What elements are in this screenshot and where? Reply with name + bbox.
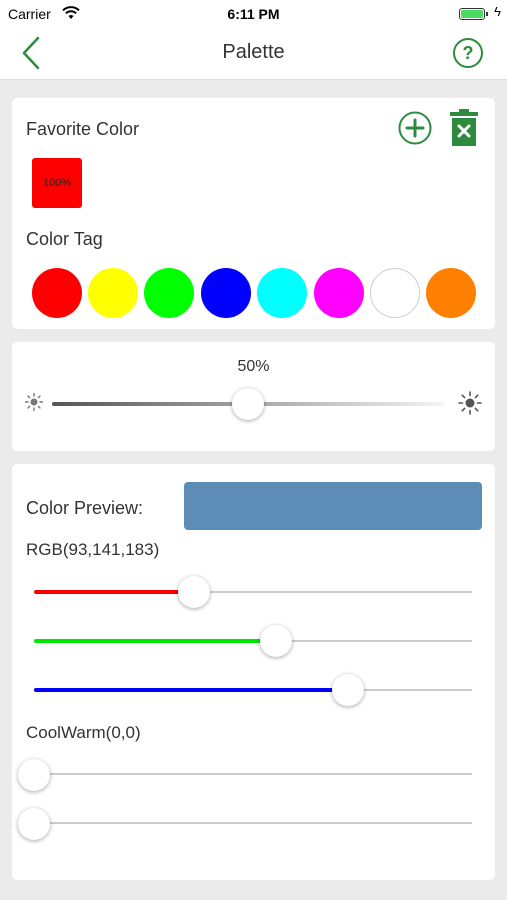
color-tag-blue[interactable]: [201, 268, 251, 318]
color-tag-orange[interactable]: [426, 268, 476, 318]
favorite-color-label: Favorite Color: [26, 119, 140, 139]
green-slider[interactable]: [34, 639, 472, 643]
blue-slider[interactable]: [34, 688, 472, 692]
cool-slider[interactable]: [34, 773, 472, 775]
color-tag-green[interactable]: [144, 268, 194, 318]
rgb-label: RGB(93,141,183): [26, 540, 160, 559]
favorite-color-card: Favorite Color 100% Color Tag: [12, 98, 495, 329]
warm-slider-thumb[interactable]: [18, 808, 50, 840]
status-bar: Carrier 6:11 PM ϟ: [0, 0, 507, 28]
blue-slider-thumb[interactable]: [332, 674, 365, 706]
brightness-slider-thumb[interactable]: [232, 388, 264, 420]
color-tag-red[interactable]: [32, 268, 82, 318]
clock: 6:11 PM: [227, 6, 280, 22]
delete-favorite-button[interactable]: [449, 109, 479, 147]
color-preview-swatch: [184, 482, 482, 530]
red-slider[interactable]: [34, 590, 472, 594]
battery-icon: [459, 8, 488, 20]
warm-slider[interactable]: [34, 822, 472, 824]
color-tag-yellow[interactable]: [88, 268, 138, 318]
favorite-color-swatch[interactable]: 100%: [32, 158, 82, 208]
coolwarm-label: CoolWarm(0,0): [26, 723, 141, 742]
brightness-value: 50%: [237, 358, 270, 375]
color-preview-label: Color Preview:: [26, 498, 144, 518]
navigation-bar: Palette ?: [0, 28, 507, 80]
red-slider-thumb[interactable]: [177, 576, 210, 608]
color-tag-label: Color Tag: [26, 229, 103, 249]
page-title: Palette: [222, 41, 285, 63]
color-tag-white[interactable]: [370, 268, 420, 318]
green-slider-thumb[interactable]: [260, 625, 293, 657]
color-tag-cyan[interactable]: [257, 268, 307, 318]
color-adjust-card: Color Preview: RGB(93,141,183) CoolWarm(…: [12, 464, 495, 880]
brightness-low-icon: [24, 392, 44, 412]
charging-icon: ϟ: [494, 4, 501, 19]
cool-slider-thumb[interactable]: [18, 759, 50, 791]
color-tag-magenta[interactable]: [314, 268, 364, 318]
brightness-high-icon: [458, 391, 482, 415]
brightness-card: 50%: [12, 342, 495, 451]
add-favorite-button[interactable]: [398, 111, 432, 145]
help-button[interactable]: ?: [453, 38, 483, 68]
